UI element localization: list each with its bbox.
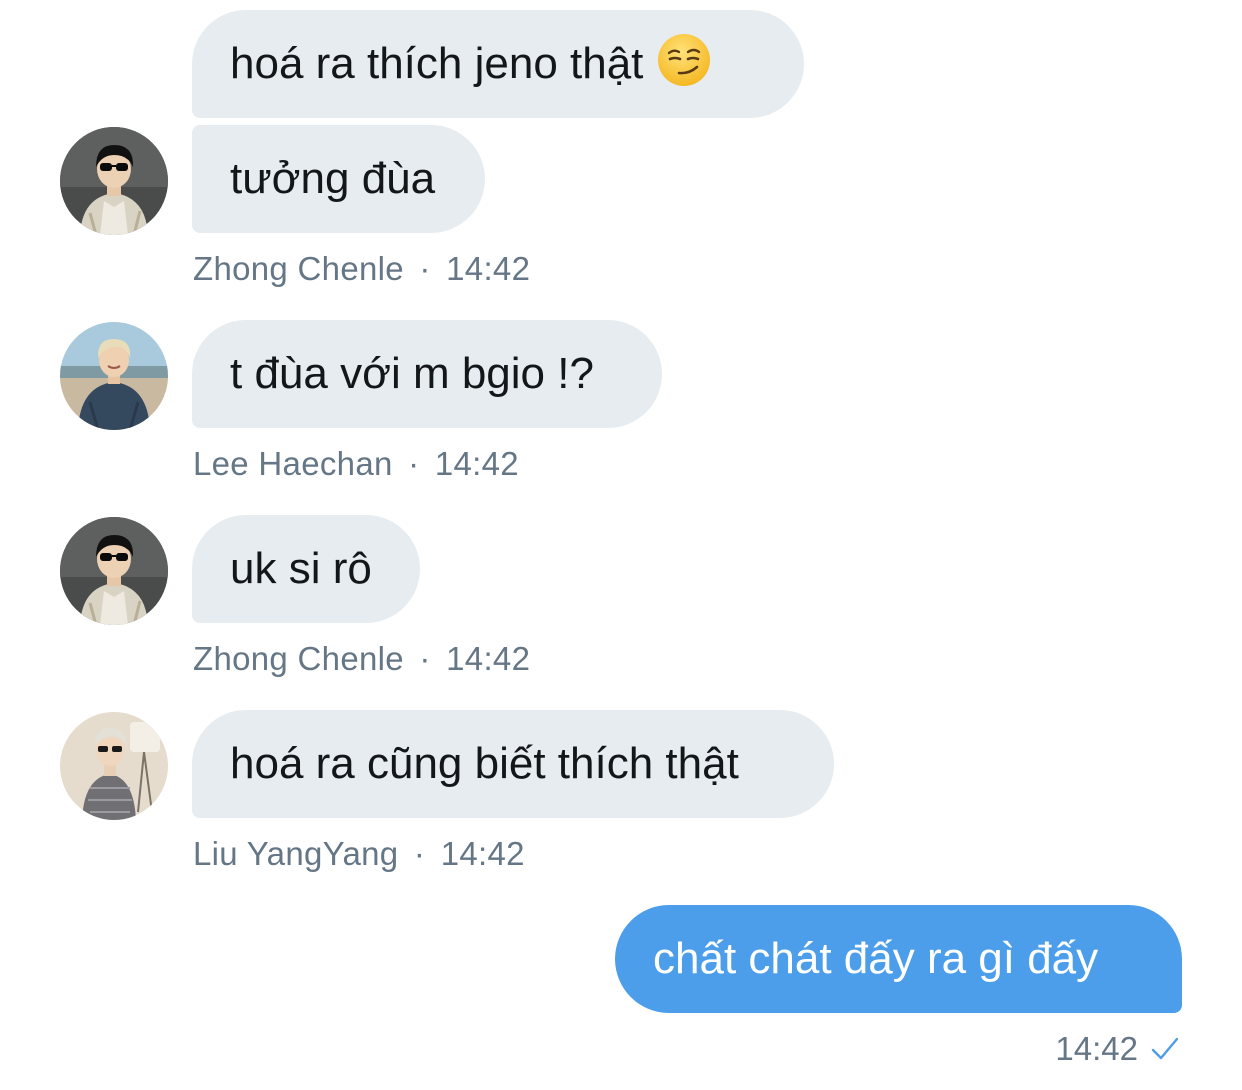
message-text: tưởng đùa	[230, 154, 436, 203]
message-time: 14:42	[446, 640, 531, 677]
outgoing-message-bubble[interactable]: chất chát đấy ra gì đấy	[615, 905, 1182, 1013]
message-text: hoá ra thích jeno thật	[230, 39, 644, 88]
message-time: 14:42	[440, 835, 525, 872]
outgoing-message-meta: 14:42	[1055, 1030, 1180, 1068]
sender-name: Liu YangYang	[193, 835, 399, 872]
sender-name: Zhong Chenle	[193, 250, 404, 287]
message-meta: Zhong Chenle · 14:42	[193, 640, 530, 678]
message-text: hoá ra cũng biết thích thật	[230, 739, 739, 788]
conversation-view: hoá ra thích jeno thật tưởng đùa Zhong C…	[0, 0, 1242, 1090]
message-bubble[interactable]: hoá ra thích jeno thật	[192, 10, 804, 118]
meta-separator: ·	[419, 640, 431, 677]
sender-name: Zhong Chenle	[193, 640, 404, 677]
message-bubble[interactable]: uk si rô	[192, 515, 420, 623]
message-time: 14:42	[446, 250, 531, 287]
check-icon	[1151, 1037, 1179, 1060]
meta-separator: ·	[413, 835, 426, 872]
message-time: 14:42	[1055, 1030, 1138, 1067]
meta-separator: ·	[419, 250, 431, 287]
message-bubble[interactable]: t đùa với m bgio !?	[192, 320, 662, 428]
meta-separator: ·	[408, 445, 420, 482]
sender-name: Lee Haechan	[193, 445, 393, 482]
avatar-zhong-chenle[interactable]	[60, 127, 168, 235]
message-text: uk si rô	[230, 544, 372, 593]
message-bubble[interactable]: hoá ra cũng biết thích thật	[192, 710, 834, 818]
message-bubble[interactable]: tưởng đùa	[192, 125, 485, 233]
avatar-lee-haechan[interactable]	[60, 322, 168, 430]
avatar-liu-yangyang[interactable]	[60, 712, 168, 820]
message-text: t đùa với m bgio !?	[230, 349, 594, 398]
message-text: chất chát đấy ra gì đấy	[653, 934, 1099, 983]
message-meta: Lee Haechan · 14:42	[193, 445, 519, 483]
smirking-face-emoji	[658, 34, 711, 86]
message-meta: Zhong Chenle · 14:42	[193, 250, 530, 288]
avatar-zhong-chenle[interactable]	[60, 517, 168, 625]
message-meta: Liu YangYang · 14:42	[193, 835, 525, 873]
message-time: 14:42	[434, 445, 519, 482]
